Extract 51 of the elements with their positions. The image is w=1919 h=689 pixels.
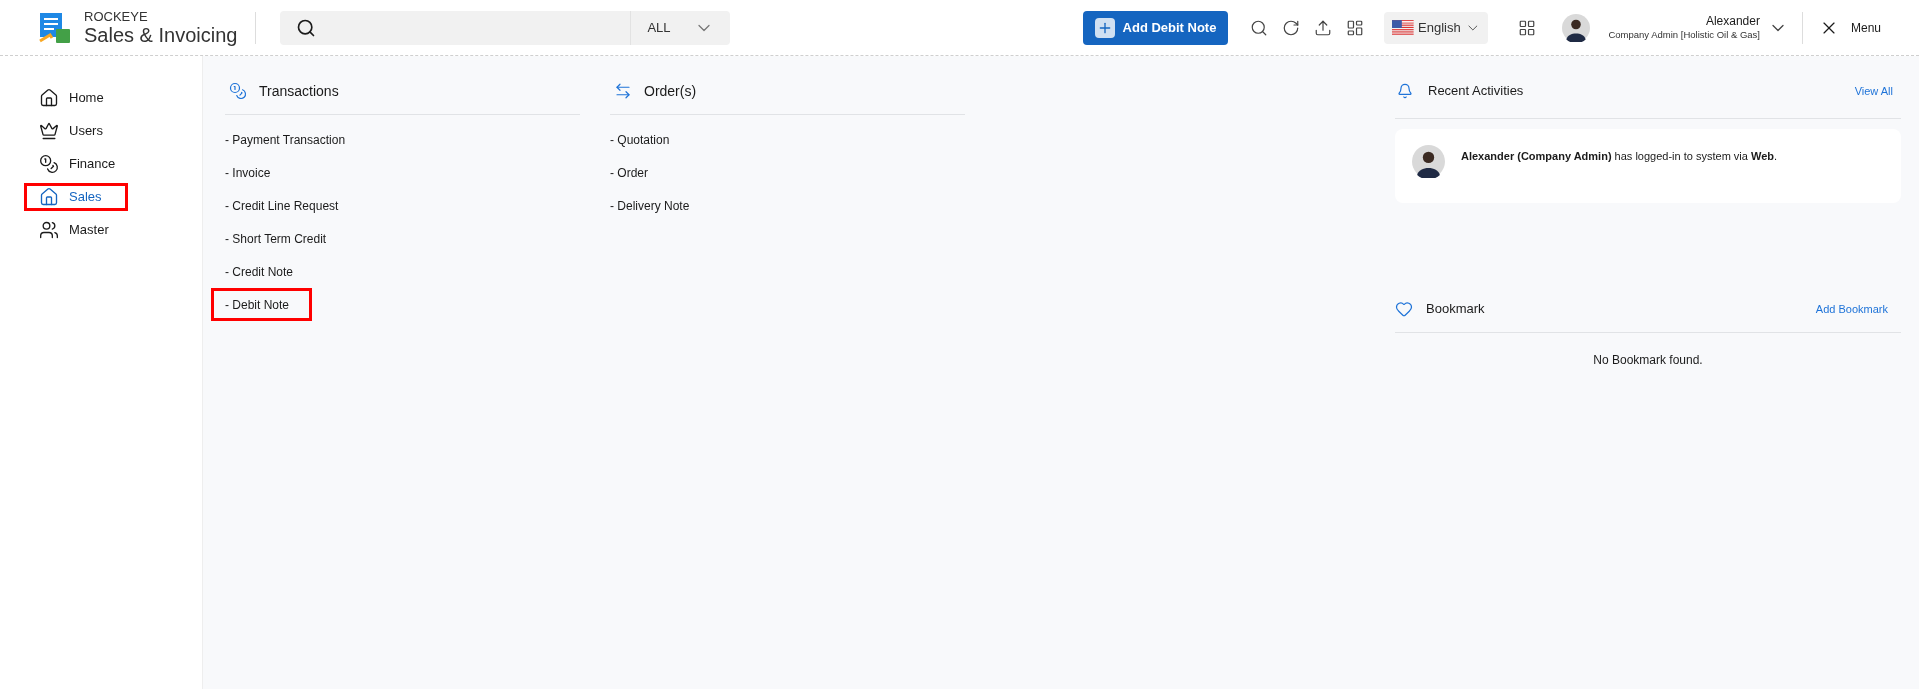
avatar	[1412, 145, 1445, 178]
menu-link[interactable]: - Debit Note	[211, 288, 313, 321]
scope-dropdown[interactable]: ALL	[630, 10, 731, 45]
panel-title: Bookmark	[1426, 300, 1486, 319]
home-icon	[39, 88, 59, 108]
section-title: Transactions	[259, 81, 339, 101]
users-icon	[39, 220, 59, 240]
app-logo-icon	[38, 10, 72, 45]
avatar	[1562, 13, 1591, 42]
upload-icon[interactable]	[1314, 18, 1333, 37]
layout-icon[interactable]	[1346, 18, 1365, 37]
panel-title: Recent Activities	[1428, 82, 1525, 101]
menu-link[interactable]: - Short Term Credit	[211, 222, 350, 255]
app-title: Sales & Invoicing	[84, 25, 238, 45]
menu-link[interactable]: - Quotation	[596, 123, 693, 156]
heart-icon	[1395, 300, 1413, 318]
sidebar-item[interactable]: Master	[24, 216, 128, 244]
menu-link[interactable]: - Payment Transaction	[211, 123, 369, 156]
empty-message: No Bookmark found.	[1593, 352, 1703, 369]
search-field[interactable]	[280, 10, 631, 45]
sidebar-item[interactable]: Finance	[24, 150, 128, 178]
coins-icon	[229, 82, 247, 100]
sidebar-item[interactable]: Users	[24, 117, 128, 145]
section-title: Order(s)	[644, 81, 697, 101]
sidebar-item[interactable]: Home	[24, 84, 128, 112]
flag-icon	[1392, 19, 1415, 36]
menu-link[interactable]: - Order	[596, 156, 671, 189]
view-all-link[interactable]: View All	[1854, 82, 1893, 100]
bell-icon	[1397, 83, 1413, 99]
add-bookmark-link[interactable]: Add Bookmark	[1815, 300, 1888, 318]
apps-grid-icon[interactable]	[1518, 18, 1537, 37]
menu-link[interactable]: - Invoice	[211, 156, 294, 189]
language-dropdown[interactable]: English	[1384, 11, 1489, 44]
brand-label: ROCKEYE	[84, 10, 149, 23]
coins-icon	[39, 154, 59, 174]
sidebar-item[interactable]: Sales	[24, 183, 128, 211]
menu-link[interactable]: - Delivery Note	[596, 189, 713, 222]
swap-arrows-icon	[614, 82, 632, 100]
menu-link[interactable]: - Credit Note	[211, 255, 317, 288]
search-icon[interactable]	[1250, 18, 1269, 37]
search-icon	[296, 17, 317, 38]
menu-link[interactable]: - Credit Line Request	[211, 189, 362, 222]
activity-text: Alexander (Company Admin) has logged-in to system via Web.	[1461, 149, 1778, 164]
refresh-icon[interactable]	[1282, 18, 1301, 37]
user-role: Company Admin [Holistic Oil & Gas]	[1608, 29, 1760, 41]
crown-icon	[39, 121, 59, 141]
home-icon	[39, 187, 59, 207]
plus-icon	[1094, 17, 1115, 38]
add-debit-note-button[interactable]: Add Debit Note	[1082, 10, 1229, 45]
menu-button[interactable]: Menu	[1818, 17, 1881, 38]
user-name: Alexander	[1705, 14, 1760, 30]
